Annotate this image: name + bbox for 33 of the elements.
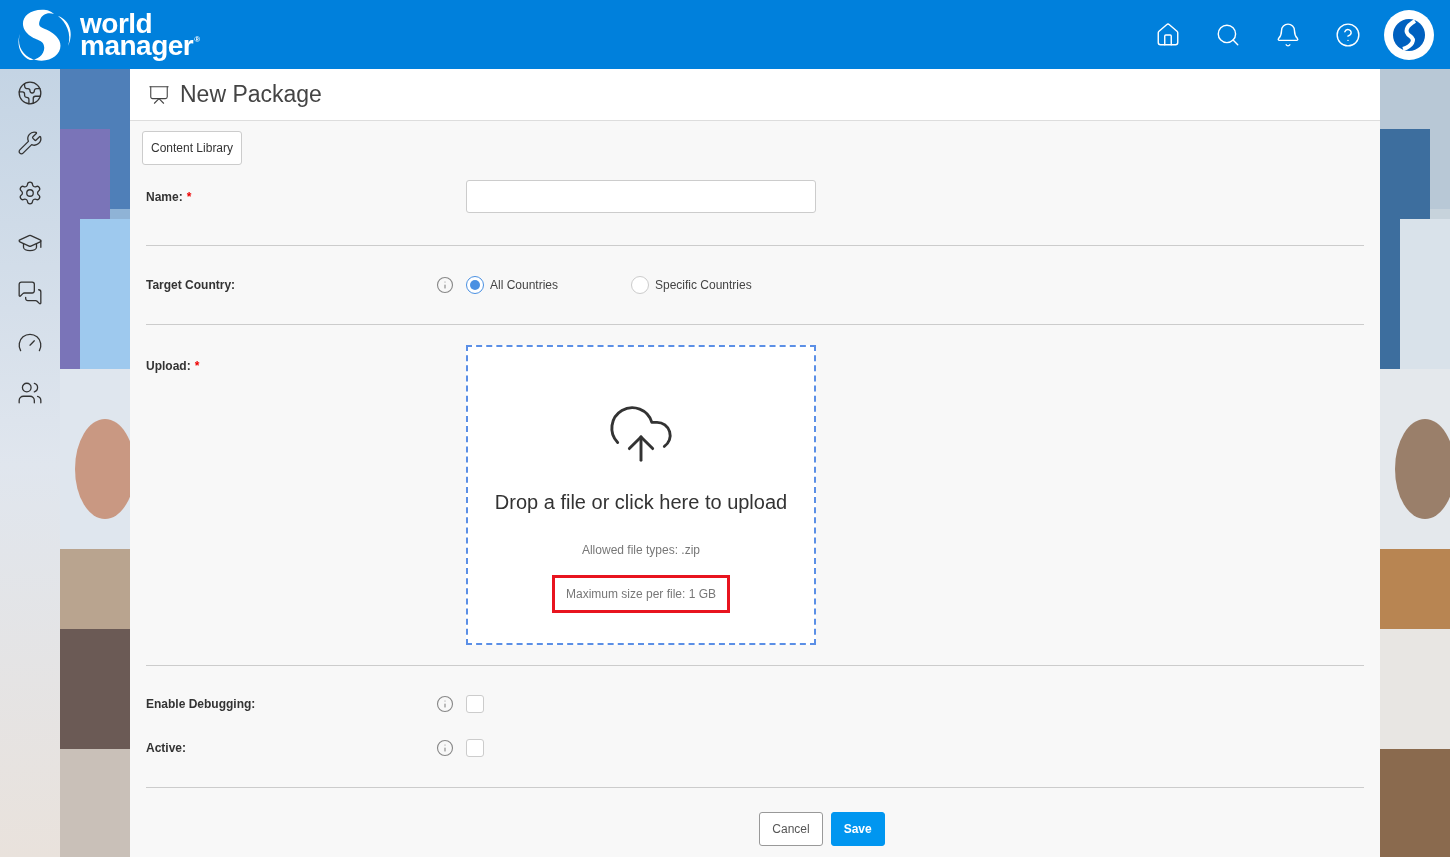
required-mark: * xyxy=(194,358,200,375)
name-input[interactable] xyxy=(466,180,816,213)
upload-note: Maximum size per file: 1 GB xyxy=(551,575,730,613)
logo-text: world xyxy=(80,12,154,35)
page-title: New Package xyxy=(180,80,322,110)
home-icon[interactable] xyxy=(1155,21,1181,48)
upload-dropzone[interactable]: Drop a file or click here to upload Allowed file types: .zip Maximum size per file: 1 GB xyxy=(466,345,816,645)
field-label: Name: xyxy=(146,188,183,206)
chat-bubbles-icon[interactable] xyxy=(17,279,43,307)
content-library-button[interactable]: Content Library xyxy=(142,131,243,165)
radio-button[interactable] xyxy=(631,276,649,294)
avatar-icon[interactable] xyxy=(1384,9,1434,60)
field-label: Target Country: xyxy=(146,277,236,294)
info-icon[interactable] xyxy=(436,276,454,294)
radio-option[interactable]: Specific Countries xyxy=(631,276,796,294)
radio-button[interactable] xyxy=(466,276,484,294)
help-icon[interactable] xyxy=(1335,21,1361,48)
checkbox[interactable] xyxy=(466,695,484,713)
required-mark: * xyxy=(186,188,192,206)
registered-mark: ® xyxy=(194,34,200,44)
field-label: Enable Debugging: xyxy=(146,696,256,713)
info-icon[interactable] xyxy=(436,695,454,713)
checkbox[interactable] xyxy=(466,739,484,757)
field-label: Active: xyxy=(146,740,186,757)
field-label: Upload: xyxy=(146,358,191,375)
upload-note: Allowed file types: .zip xyxy=(580,542,701,559)
cancel-button[interactable]: Cancel xyxy=(759,812,823,846)
upload-prompt: Drop a file or click here to upload xyxy=(494,490,788,515)
bell-icon[interactable] xyxy=(1275,21,1301,48)
info-icon[interactable] xyxy=(436,739,454,757)
logo-icon xyxy=(16,7,74,62)
tools-icon[interactable] xyxy=(17,129,43,157)
radio-option[interactable]: All Countries xyxy=(466,276,631,294)
